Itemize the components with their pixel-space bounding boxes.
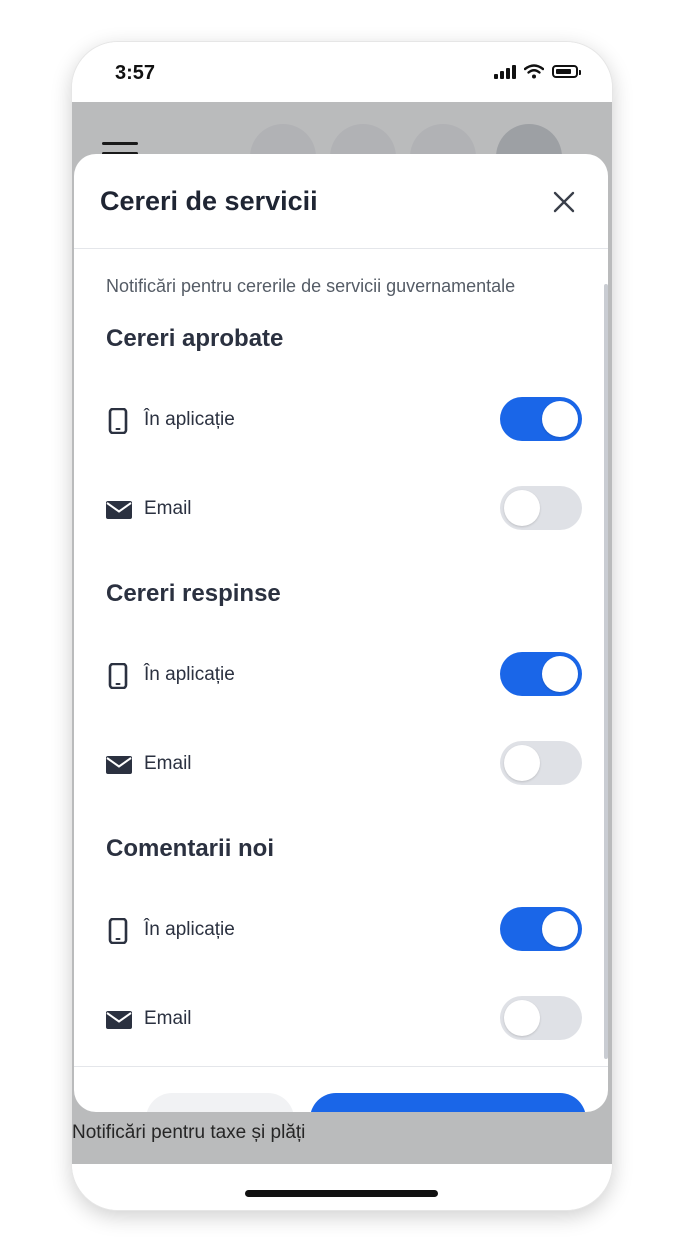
- phone-icon: [108, 663, 128, 689]
- toggle-knob: [542, 401, 578, 437]
- phone-frame: 3:57 Notificări pentru taxe și plăți Cer…: [72, 42, 612, 1210]
- status-icons: [494, 64, 581, 79]
- toggle-rejected-email[interactable]: [500, 741, 582, 785]
- row-label: Email: [144, 753, 192, 774]
- wifi-icon: [524, 64, 544, 79]
- row-label: Email: [144, 498, 192, 519]
- home-indicator[interactable]: [245, 1190, 438, 1197]
- envelope-icon: [106, 756, 132, 774]
- toggle-knob: [504, 490, 540, 526]
- setting-row-rejected-app: În aplicație: [106, 651, 582, 699]
- toggle-knob: [542, 911, 578, 947]
- home-bar-area: [72, 1164, 612, 1210]
- section-title-new-comments: Comentarii noi: [106, 835, 275, 862]
- scrollbar[interactable]: [604, 154, 608, 1112]
- service-requests-modal: Cereri de servicii Notificări pentru cer…: [74, 154, 608, 1112]
- envelope-icon: [106, 501, 132, 519]
- setting-row-approved-app: În aplicație: [106, 396, 582, 444]
- toggle-approved-app[interactable]: [500, 397, 582, 441]
- phone-icon: [108, 918, 128, 944]
- toggle-comments-app[interactable]: [500, 907, 582, 951]
- setting-row-rejected-email: Email: [106, 740, 582, 788]
- setting-row-comments-app: În aplicație: [106, 906, 582, 954]
- phone-icon: [108, 408, 128, 434]
- row-label: În aplicație: [144, 919, 235, 940]
- section-title-rejected: Cereri respinse: [106, 580, 281, 607]
- cellular-signal-icon: [494, 64, 516, 79]
- status-bar: 3:57: [72, 42, 612, 102]
- toggle-rejected-app[interactable]: [500, 652, 582, 696]
- envelope-icon: [106, 1011, 132, 1029]
- toggle-knob: [542, 656, 578, 692]
- row-label: În aplicație: [144, 664, 235, 685]
- modal-subtitle: Notificări pentru cererile de servicii g…: [106, 276, 516, 296]
- toggle-approved-email[interactable]: [500, 486, 582, 530]
- setting-row-approved-email: Email: [106, 485, 582, 533]
- row-label: Email: [144, 1008, 192, 1029]
- toggle-comments-email[interactable]: [500, 996, 582, 1040]
- close-icon[interactable]: [550, 188, 578, 216]
- battery-icon: [552, 65, 581, 78]
- modal-footer: [74, 1066, 608, 1112]
- row-label: În aplicație: [144, 409, 235, 430]
- setting-row-comments-email: Email: [106, 995, 582, 1043]
- modal-header: Cereri de servicii: [74, 154, 608, 249]
- save-button[interactable]: [310, 1093, 586, 1112]
- status-time: 3:57: [115, 62, 156, 84]
- section-title-approved: Cereri aprobate: [106, 325, 284, 352]
- modal-title: Cereri de servicii: [100, 186, 318, 216]
- scrollbar-thumb[interactable]: [604, 284, 608, 1059]
- toggle-knob: [504, 745, 540, 781]
- toggle-knob: [504, 1000, 540, 1036]
- cancel-button[interactable]: [146, 1093, 294, 1112]
